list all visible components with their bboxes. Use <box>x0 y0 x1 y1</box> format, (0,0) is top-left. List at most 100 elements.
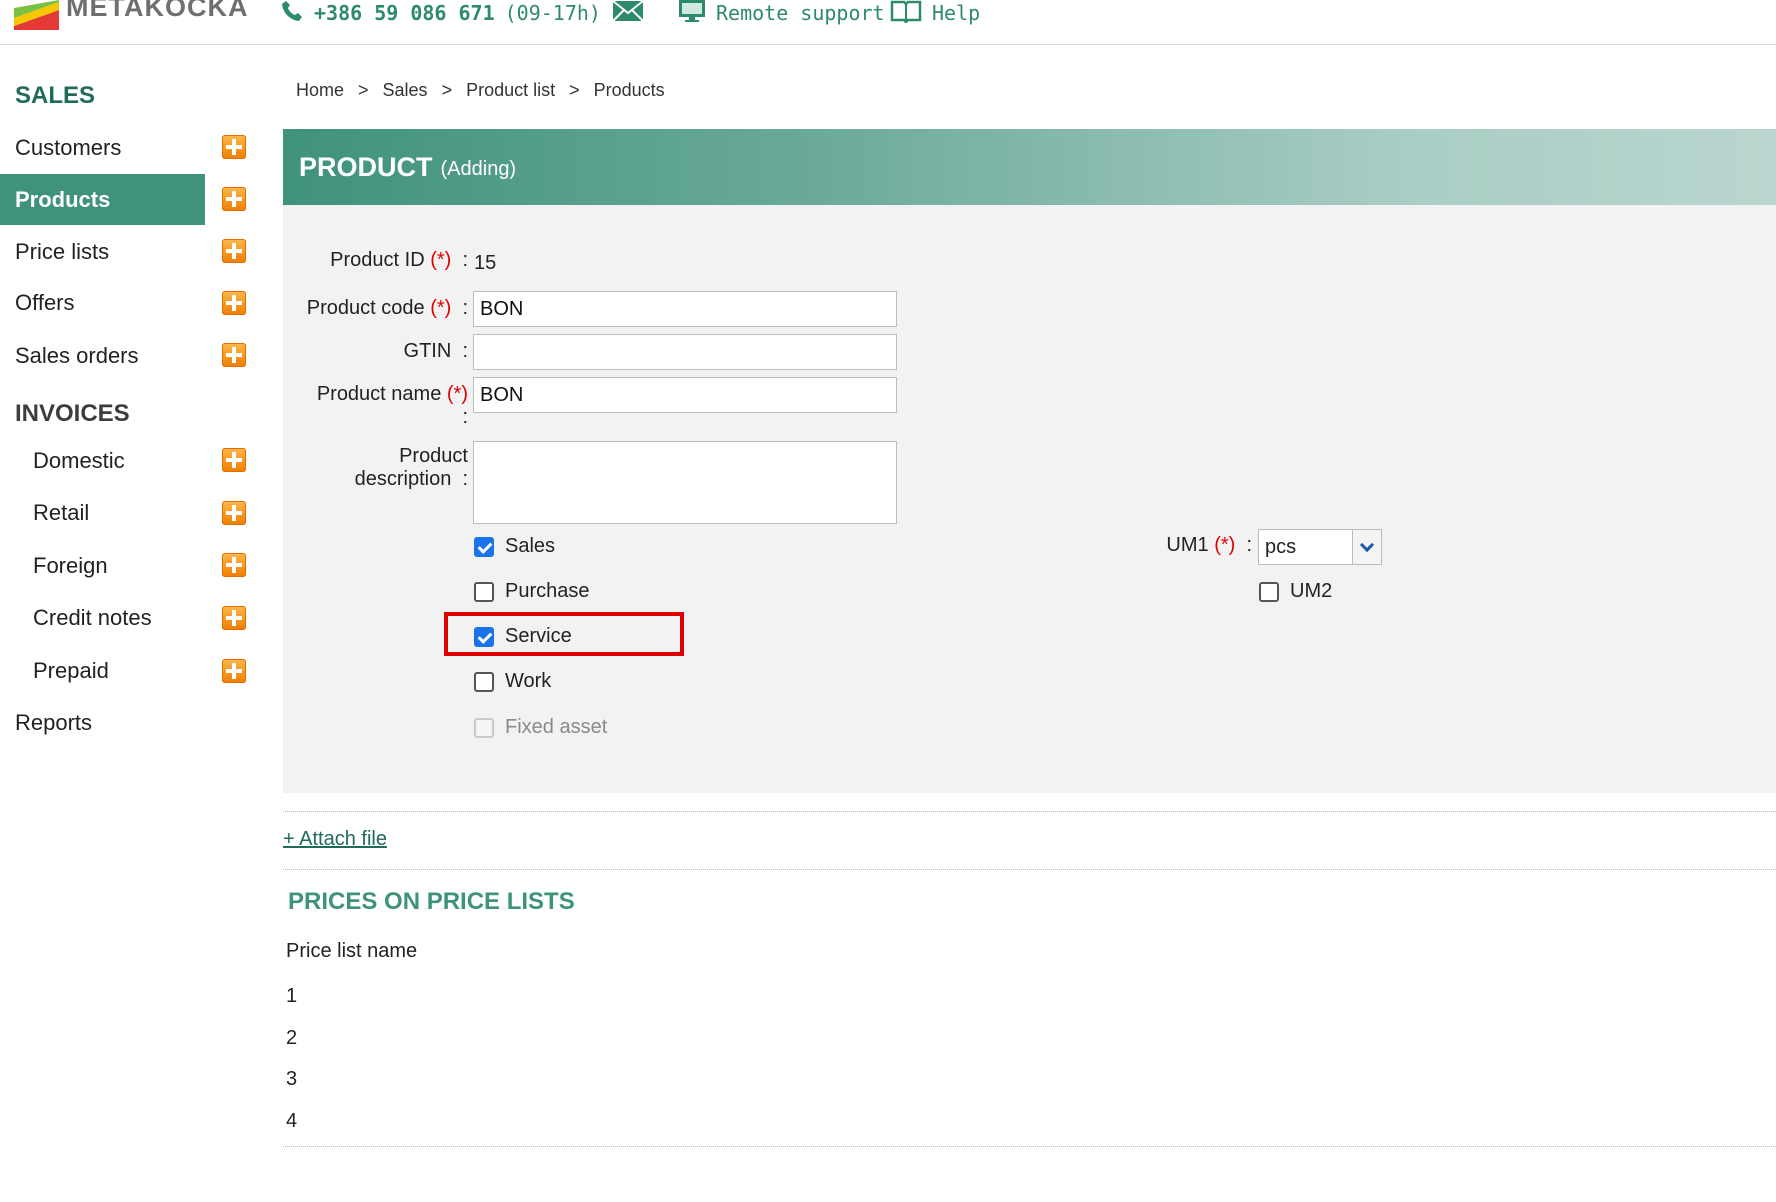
add-foreign-plus-icon[interactable] <box>222 553 246 577</box>
service-checkbox-row[interactable]: Service <box>474 625 572 648</box>
checkbox-label: UM2 <box>1290 580 1333 602</box>
work-checkbox[interactable] <box>474 671 494 692</box>
um1-label: UM1 (*) : <box>1100 534 1252 557</box>
sidebar-item-price-lists[interactable]: Price lists <box>0 226 205 277</box>
sidebar-item-prepaid[interactable]: Prepaid <box>0 645 205 696</box>
envelope-icon <box>612 0 644 27</box>
breadcrumb-separator: > <box>358 80 369 100</box>
remote-support-link[interactable]: Remote support <box>678 0 885 26</box>
help-label: Help <box>932 1 981 25</box>
sidebar-item-label: Customers <box>15 134 122 160</box>
gtin-label: GTIN : <box>290 340 468 363</box>
table-row: 3 <box>286 1068 298 1090</box>
product-id-label: Product ID (*) : <box>290 249 468 272</box>
sidebar-item-label: Prepaid <box>33 657 109 683</box>
breadcrumb-products[interactable]: Products <box>594 80 665 101</box>
service-checkbox[interactable] <box>474 626 494 647</box>
add-sales-order-plus-icon[interactable] <box>222 343 246 367</box>
sidebar-item-label: Sales orders <box>15 342 139 368</box>
sidebar-item-label: Domestic <box>33 447 125 473</box>
add-price-list-plus-icon[interactable] <box>222 239 246 263</box>
sidebar-item-products[interactable]: Products <box>0 174 205 225</box>
sidebar-item-customers[interactable]: Customers <box>0 122 205 173</box>
add-product-plus-icon[interactable] <box>222 187 246 211</box>
sidebar-section-sales: SALES <box>15 82 96 109</box>
um1-selected-value: pcs <box>1265 536 1297 558</box>
breadcrumb-separator: > <box>569 80 580 100</box>
add-prepaid-plus-icon[interactable] <box>222 659 246 683</box>
attach-file-link[interactable]: + Attach file <box>283 828 387 851</box>
panel-header: PRODUCT (Adding) <box>283 129 1776 205</box>
label-text: Product code <box>306 297 425 319</box>
gtin-input[interactable] <box>473 334 897 370</box>
help-link[interactable]: Help <box>890 0 980 26</box>
breadcrumb-separator: > <box>441 80 453 100</box>
product-code-input[interactable] <box>473 291 897 327</box>
add-offer-plus-icon[interactable] <box>222 291 246 315</box>
colon: : <box>462 297 468 319</box>
prices-section-title: PRICES ON PRICE LISTS <box>288 888 575 915</box>
product-description-textarea[interactable] <box>473 441 897 524</box>
table-row: 2 <box>286 1027 298 1049</box>
label-text: description <box>354 468 452 490</box>
purchase-checkbox-row[interactable]: Purchase <box>474 580 590 603</box>
sales-checkbox-row[interactable]: Sales <box>474 535 555 558</box>
brand-name: METAKOCKA <box>66 0 249 22</box>
purchase-checkbox[interactable] <box>474 581 494 602</box>
sidebar-item-reports[interactable]: Reports <box>0 697 205 748</box>
sidebar-item-label: Price lists <box>15 238 110 264</box>
table-row: 1 <box>286 985 298 1007</box>
email-link[interactable] <box>612 0 654 26</box>
table-row: 4 <box>286 1110 298 1132</box>
phone-contact[interactable]: +386 59 086 671 (09-17h) <box>280 0 601 26</box>
checkbox-label: Service <box>505 625 572 647</box>
sidebar-section-invoices: INVOICES <box>15 400 130 427</box>
divider <box>283 869 1776 870</box>
product-code-label: Product code (*) : <box>290 297 468 320</box>
product-description-label: Product description : <box>290 445 468 491</box>
fixed-asset-checkbox-row: Fixed asset <box>474 716 607 739</box>
divider <box>283 1146 1776 1147</box>
remote-support-label: Remote support <box>716 1 885 25</box>
sidebar-item-domestic[interactable]: Domestic <box>0 435 205 486</box>
um2-checkbox[interactable] <box>1259 581 1279 602</box>
breadcrumb-home[interactable]: Home <box>296 80 344 101</box>
add-customer-plus-icon[interactable] <box>222 135 246 159</box>
add-credit-note-plus-icon[interactable] <box>222 606 246 630</box>
product-id-value: 15 <box>474 252 497 274</box>
um2-checkbox-row[interactable]: UM2 <box>1259 580 1332 603</box>
um1-select[interactable]: pcs <box>1258 529 1382 565</box>
required-mark: (*) <box>1214 534 1236 556</box>
sidebar-item-sales-orders[interactable]: Sales orders <box>0 330 205 381</box>
sales-checkbox[interactable] <box>474 536 494 557</box>
breadcrumb: Home > Sales > Product list > Products <box>296 80 665 101</box>
price-list-name-header: Price list name <box>286 940 418 962</box>
page-subtitle: (Adding) <box>440 157 517 180</box>
book-icon <box>890 0 922 28</box>
phone-number: +386 59 086 671 <box>314 1 495 25</box>
add-retail-plus-icon[interactable] <box>222 501 246 525</box>
sidebar-item-offers[interactable]: Offers <box>0 277 205 328</box>
label-text: Product ID <box>330 249 425 271</box>
product-name-input[interactable] <box>473 377 897 413</box>
sidebar-item-retail[interactable]: Retail <box>0 487 205 538</box>
divider <box>283 811 1776 812</box>
required-mark: (*) <box>430 297 452 319</box>
work-checkbox-row[interactable]: Work <box>474 670 551 693</box>
checkbox-label: Work <box>505 670 552 692</box>
sidebar-item-credit-notes[interactable]: Credit notes <box>0 592 205 643</box>
colon: : <box>462 340 468 362</box>
sidebar-item-foreign[interactable]: Foreign <box>0 540 205 591</box>
top-bar: METAKOCKA +386 59 086 671 (09-17h) Remot… <box>0 0 1776 45</box>
label-text: Product name <box>316 383 442 405</box>
sidebar-item-label: Reports <box>15 709 93 735</box>
add-domestic-plus-icon[interactable] <box>222 448 246 472</box>
chevron-down-icon[interactable] <box>1352 530 1381 564</box>
sidebar-item-label: Products <box>15 186 111 212</box>
colon: : <box>1246 534 1252 556</box>
fixed-asset-checkbox <box>474 717 494 738</box>
checkbox-label: Purchase <box>505 580 590 602</box>
page-title: PRODUCT <box>299 151 433 182</box>
breadcrumb-product-list[interactable]: Product list <box>466 80 555 101</box>
breadcrumb-sales[interactable]: Sales <box>383 80 428 101</box>
